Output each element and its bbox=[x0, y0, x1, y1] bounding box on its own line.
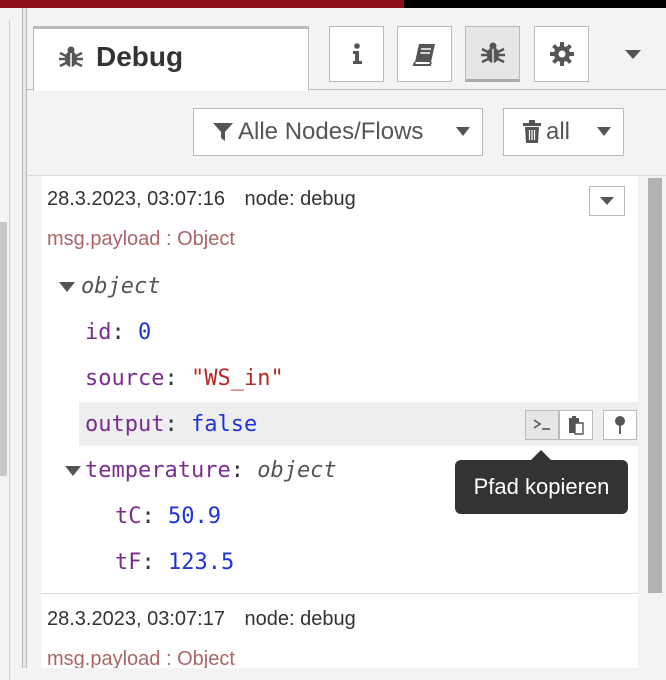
debug-button[interactable] bbox=[465, 26, 520, 82]
copy-path-button[interactable] bbox=[525, 410, 559, 440]
pin-icon bbox=[615, 416, 625, 434]
config-button[interactable] bbox=[534, 26, 589, 82]
object-type-label: object bbox=[81, 274, 161, 299]
tab-debug[interactable]: Debug bbox=[33, 26, 309, 91]
property-key: tF bbox=[115, 550, 142, 575]
property-row: output: false bbox=[85, 412, 258, 437]
property-key: source bbox=[85, 366, 165, 391]
debug-message-list: 28.3.2023, 03:07:16 node: debug msg.payl… bbox=[41, 176, 638, 668]
property-value: 0 bbox=[138, 320, 152, 345]
chevron-down-icon bbox=[597, 127, 611, 136]
message-topic: msg.payload : Object bbox=[47, 228, 235, 250]
info-button[interactable] bbox=[329, 26, 384, 82]
property-row: tF: 123.5 bbox=[115, 550, 235, 575]
chevron-down-icon bbox=[600, 197, 614, 205]
bug-icon bbox=[480, 42, 505, 64]
sidebar: Debug Alle Nodes/Flows all 28.3.2023, 03… bbox=[27, 8, 666, 668]
message-timestamp: 28.3.2023, 03:07:16 bbox=[47, 188, 225, 210]
property-key: tC bbox=[115, 504, 142, 529]
bug-icon bbox=[59, 46, 83, 68]
debug-filter-bar: Alle Nodes/Flows all bbox=[27, 90, 666, 176]
property-key: output bbox=[85, 412, 165, 437]
terminal-icon bbox=[533, 419, 550, 430]
chevron-down-icon bbox=[625, 49, 641, 59]
message-meta: 28.3.2023, 03:07:16 node: debug bbox=[47, 188, 356, 211]
property-value: 123.5 bbox=[168, 550, 235, 575]
gear-icon bbox=[549, 42, 574, 66]
message-divider bbox=[41, 593, 638, 594]
workspace-scrollbar[interactable] bbox=[0, 222, 7, 476]
property-value: 50.9 bbox=[168, 504, 221, 529]
filter-icon bbox=[213, 123, 233, 141]
property-key: temperature bbox=[85, 458, 231, 483]
property-value: "WS_in" bbox=[190, 366, 284, 391]
collapse-toggle-icon[interactable] bbox=[65, 466, 81, 476]
copy-value-button[interactable] bbox=[559, 410, 593, 440]
message-node-label: node: bbox=[244, 608, 295, 630]
chevron-down-icon bbox=[456, 127, 470, 136]
sidebar-menu-button[interactable] bbox=[613, 26, 653, 82]
copy-path-tooltip: Pfad kopieren bbox=[455, 450, 628, 514]
clear-messages-label: all bbox=[546, 118, 571, 145]
book-icon bbox=[412, 44, 435, 66]
message-node-name[interactable]: debug bbox=[300, 188, 356, 210]
message-timestamp: 28.3.2023, 03:07:17 bbox=[47, 608, 225, 630]
property-row: temperature: object bbox=[85, 458, 337, 483]
info-icon bbox=[352, 43, 362, 64]
message-meta: 28.3.2023, 03:07:17 node: debug bbox=[47, 608, 356, 631]
property-value: false bbox=[190, 412, 258, 437]
workspace-edge bbox=[0, 8, 22, 680]
tooltip-text: Pfad kopieren bbox=[473, 474, 610, 499]
property-key: id bbox=[85, 320, 112, 345]
clipboard-icon bbox=[569, 416, 584, 435]
message-node-label: node: bbox=[244, 188, 295, 210]
message-topic: msg.payload : Object bbox=[47, 648, 235, 668]
filter-nodes-dropdown[interactable]: Alle Nodes/Flows bbox=[193, 108, 483, 156]
tab-debug-label: Debug bbox=[96, 41, 184, 72]
message-list-scrollbar[interactable] bbox=[648, 176, 662, 668]
property-row: id: 0 bbox=[85, 320, 152, 345]
property-row: source: "WS_in" bbox=[85, 366, 284, 391]
sidebar-tab-row: Debug bbox=[27, 8, 666, 91]
top-header-accent bbox=[0, 0, 404, 8]
property-row: tC: 50.9 bbox=[115, 504, 221, 529]
help-button[interactable] bbox=[397, 26, 452, 82]
property-type: object bbox=[257, 458, 337, 483]
scrollbar-thumb[interactable] bbox=[648, 178, 662, 593]
message-menu-button[interactable] bbox=[589, 186, 625, 216]
message-node-name[interactable]: debug bbox=[300, 608, 356, 630]
clear-messages-dropdown[interactable]: all bbox=[503, 108, 624, 156]
trash-icon bbox=[523, 120, 541, 143]
filter-nodes-label: Alle Nodes/Flows bbox=[238, 118, 424, 145]
collapse-toggle-icon[interactable] bbox=[59, 282, 75, 292]
pin-button[interactable] bbox=[603, 410, 637, 440]
